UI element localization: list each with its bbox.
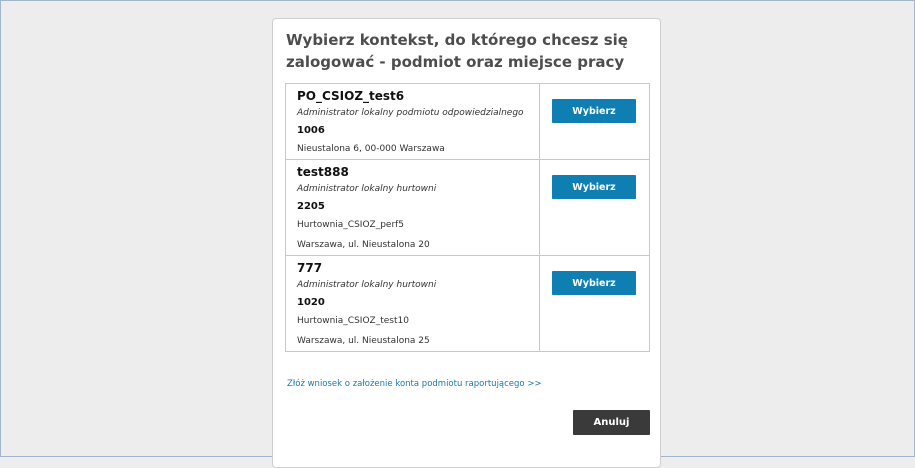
entry-role: Administrator lokalny podmiotu odpowiedz…: [297, 108, 524, 118]
entry-workplace: Hurtownia_CSIOZ_perf5: [297, 220, 405, 230]
entry-address: Warszawa, ul. Nieustalona 25: [297, 336, 430, 346]
entry-code: 1020: [297, 297, 325, 308]
entry-role: Administrator lokalny hurtowni: [297, 184, 437, 194]
entry-name: test888: [297, 165, 349, 179]
list-item: PO_CSIOZ_test6 Administrator lokalny pod…: [286, 84, 649, 160]
entry-address: Nieustalona 6, 00-000 Warszawa: [297, 144, 445, 154]
cancel-button[interactable]: Anuluj: [573, 410, 650, 435]
dialog-title: Wybierz kontekst, do którego chcesz się …: [286, 31, 628, 71]
entry-info: 777 Administrator lokalny hurtowni 1020 …: [286, 256, 540, 351]
entry-info: PO_CSIOZ_test6 Administrator lokalny pod…: [286, 84, 540, 159]
context-list: PO_CSIOZ_test6 Administrator lokalny pod…: [285, 83, 650, 352]
register-account-link[interactable]: Złóż wniosek o założenie konta podmiotu …: [287, 379, 542, 389]
choose-button[interactable]: Wybierz: [552, 271, 636, 295]
entry-info: test888 Administrator lokalny hurtowni 2…: [286, 160, 540, 255]
entry-name: PO_CSIOZ_test6: [297, 89, 405, 103]
list-item: 777 Administrator lokalny hurtowni 1020 …: [286, 256, 649, 351]
entry-workplace: Hurtownia_CSIOZ_test10: [297, 316, 409, 326]
entry-address: Warszawa, ul. Nieustalona 20: [297, 240, 430, 250]
list-item: test888 Administrator lokalny hurtowni 2…: [286, 160, 649, 256]
choose-button[interactable]: Wybierz: [552, 175, 636, 199]
choose-button[interactable]: Wybierz: [552, 99, 636, 123]
entry-code: 1006: [297, 125, 325, 136]
context-selection-dialog: Wybierz kontekst, do którego chcesz się …: [272, 18, 661, 468]
entry-role: Administrator lokalny hurtowni: [297, 280, 437, 290]
app-frame: Wybierz kontekst, do którego chcesz się …: [0, 0, 915, 468]
entry-name: 777: [297, 261, 323, 275]
entry-code: 2205: [297, 201, 325, 212]
